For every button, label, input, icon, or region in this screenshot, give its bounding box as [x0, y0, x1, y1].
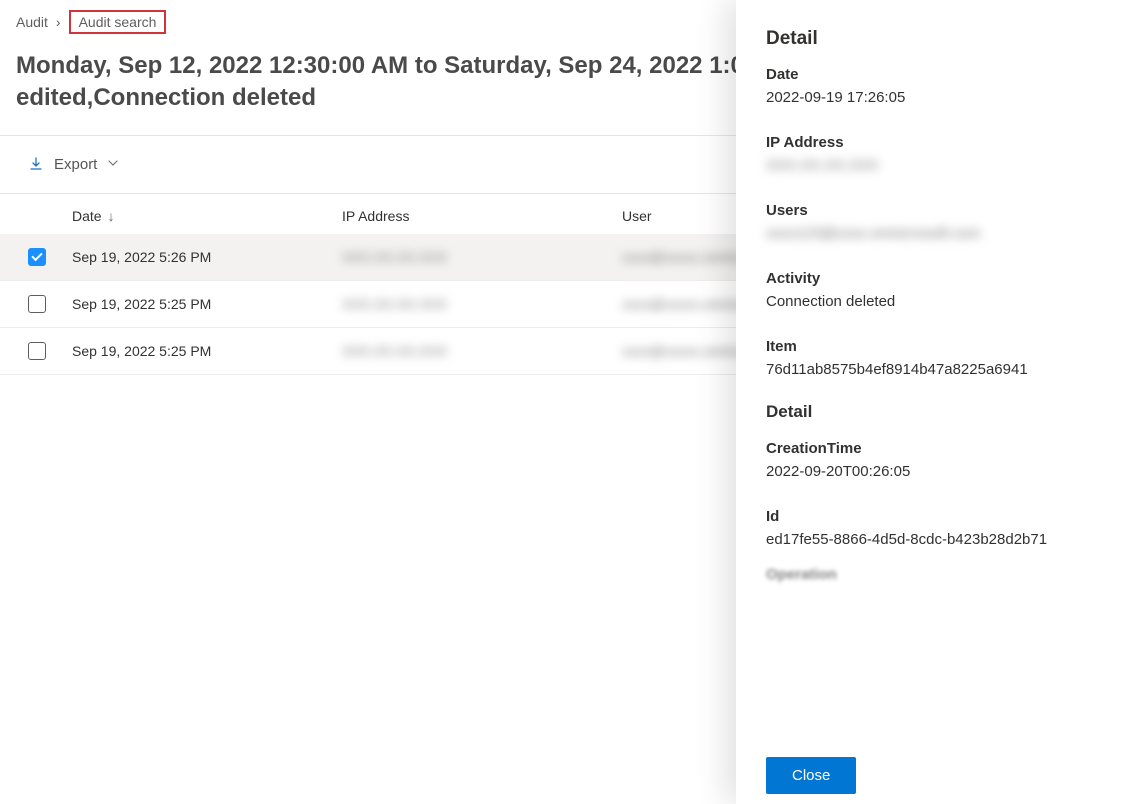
id-label: Id — [766, 508, 1116, 525]
breadcrumb-parent[interactable]: Audit — [16, 14, 48, 30]
item-label: Item — [766, 338, 1116, 355]
row-checkbox[interactable] — [28, 295, 46, 313]
close-button[interactable]: Close — [766, 757, 856, 794]
users-value: xxxx123@xxxx.onmicrosoft.com — [766, 225, 1116, 242]
creationtime-value: 2022-09-20T00:26:05 — [766, 463, 1116, 480]
creationtime-label: CreationTime — [766, 440, 1116, 457]
activity-value: Connection deleted — [766, 293, 1116, 310]
header-date-label: Date — [72, 208, 102, 224]
breadcrumb-current: Audit search — [69, 10, 167, 34]
chevron-down-icon — [107, 157, 119, 172]
download-icon — [28, 156, 44, 172]
export-button[interactable]: Export — [28, 156, 119, 173]
ip-label: IP Address — [766, 134, 1116, 151]
header-ip[interactable]: IP Address — [342, 208, 622, 224]
panel-subtitle: Detail — [766, 402, 1116, 422]
cell-date: Sep 19, 2022 5:25 PM — [72, 343, 342, 359]
panel-content: Detail Date 2022-09-19 17:26:05 IP Addre… — [736, 0, 1146, 747]
export-label: Export — [54, 156, 97, 173]
panel-footer: Close — [736, 747, 1146, 804]
sort-desc-icon: ↓ — [108, 208, 115, 224]
item-value: 76d11ab8575b4ef8914b47a8225a6941 — [766, 361, 1116, 378]
cell-ip: XXX.XX.XX.XXX — [342, 343, 622, 359]
cell-date: Sep 19, 2022 5:26 PM — [72, 249, 342, 265]
header-date[interactable]: Date ↓ — [72, 208, 342, 224]
users-label: Users — [766, 202, 1116, 219]
row-checkbox[interactable] — [28, 248, 46, 266]
chevron-right-icon: › — [56, 14, 61, 30]
row-checkbox[interactable] — [28, 342, 46, 360]
date-label: Date — [766, 66, 1116, 83]
id-value: ed17fe55-8866-4d5d-8cdc-b423b28d2b71 — [766, 531, 1116, 548]
cell-ip: XXX.XX.XX.XXX — [342, 249, 622, 265]
ip-value: XXX.XX.XX.XXX — [766, 157, 1116, 174]
cell-date: Sep 19, 2022 5:25 PM — [72, 296, 342, 312]
cell-ip: XXX.XX.XX.XXX — [342, 296, 622, 312]
cutoff-text: Operation — [766, 566, 1116, 583]
activity-label: Activity — [766, 270, 1116, 287]
date-value: 2022-09-19 17:26:05 — [766, 89, 1116, 106]
detail-panel: Detail Date 2022-09-19 17:26:05 IP Addre… — [736, 0, 1146, 804]
panel-title: Detail — [766, 28, 1116, 50]
